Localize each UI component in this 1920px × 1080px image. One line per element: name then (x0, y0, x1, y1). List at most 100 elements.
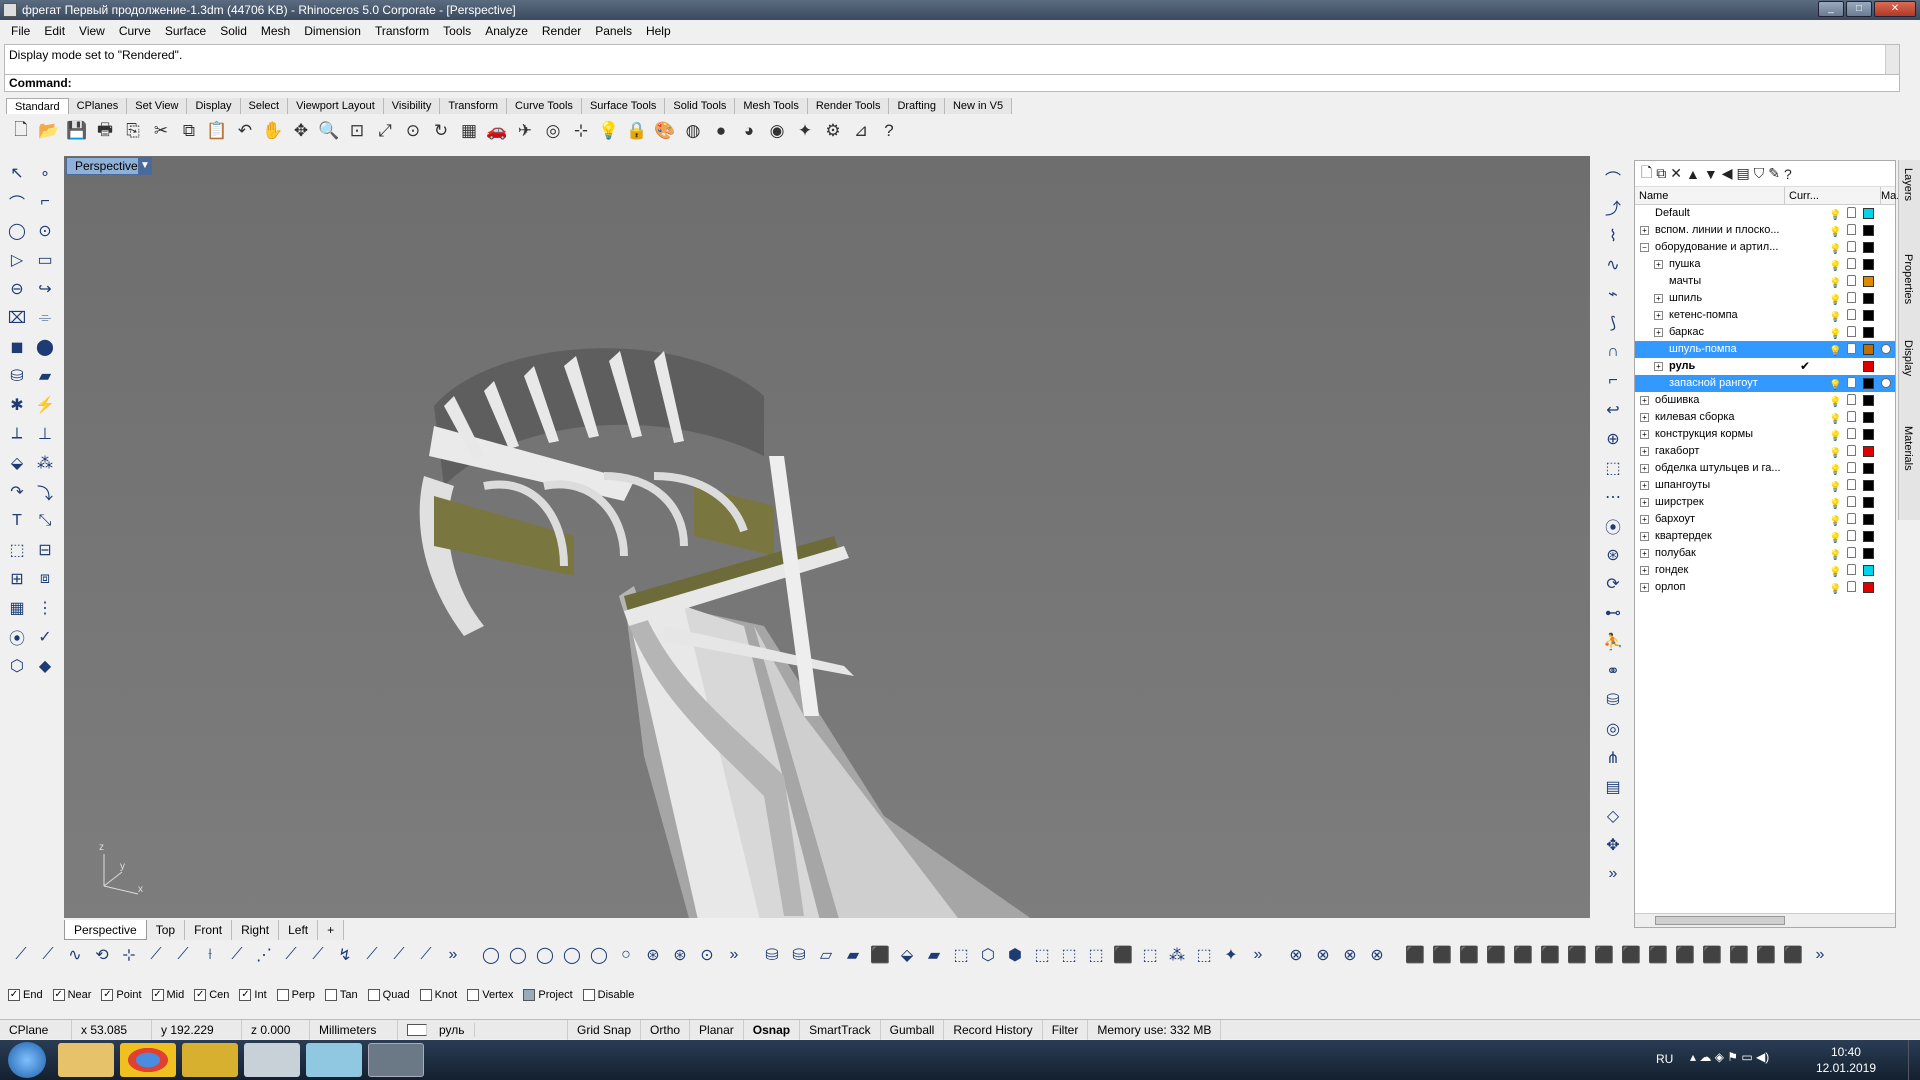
bottom-tool-icon-37[interactable]: ⬚ (1029, 942, 1055, 968)
ellipse-tool-icon[interactable]: ⊖ (3, 276, 31, 302)
planar-toggle[interactable]: Planar (690, 1019, 744, 1040)
bottom-tool-icon-15[interactable]: ⟋ (413, 942, 439, 968)
layer-row[interactable]: + квартердек 💡 (1635, 528, 1895, 545)
osnap-vertex[interactable]: Vertex (467, 989, 513, 1002)
command-line[interactable]: Command: (4, 74, 1900, 92)
layer-row[interactable]: + пушка 💡 (1635, 256, 1895, 273)
smarttrack-toggle[interactable]: SmartTrack (800, 1019, 881, 1040)
osnap-checkbox[interactable] (523, 989, 536, 1002)
split-tool-icon[interactable]: ⟂ (3, 421, 31, 447)
array-tool-icon[interactable]: ⊞ (3, 566, 31, 592)
lock-icon[interactable] (1847, 394, 1856, 405)
toolbar-tab-surface-tools[interactable]: Surface Tools (581, 98, 666, 114)
tools-icon[interactable]: ✎ (1768, 165, 1780, 182)
bottom-tool-icon-2[interactable]: ∿ (62, 942, 88, 968)
circle-tool-icon[interactable]: ◯ (3, 218, 31, 244)
layer-color-swatch[interactable] (1863, 446, 1874, 457)
polyline-tool-icon[interactable]: ⌒ (3, 189, 31, 215)
layer-color-swatch[interactable] (1863, 582, 1874, 593)
target-icon[interactable]: ◎ (540, 118, 566, 144)
side-tab-properties[interactable]: Properties (1902, 254, 1914, 304)
lock-icon[interactable]: 🔒 (624, 118, 650, 144)
bottom-tool-icon-40[interactable]: ⬛ (1110, 942, 1136, 968)
lock-icon[interactable] (1847, 547, 1856, 558)
bottom-tool-icon-34[interactable]: ⬚ (948, 942, 974, 968)
layer-row[interactable]: + ширстрек 💡 (1635, 494, 1895, 511)
help-icon[interactable]: ? (876, 118, 902, 144)
curve-tool-icon-23[interactable]: ✥ (1599, 833, 1627, 857)
menu-surface[interactable]: Surface (158, 24, 213, 38)
new-icon[interactable]: 🗋 (8, 118, 34, 144)
bottom-tool-icon-47[interactable]: ⊗ (1310, 942, 1336, 968)
calculator-taskbar-icon[interactable] (244, 1043, 300, 1077)
view-tab-left[interactable]: Left (279, 920, 319, 940)
bottom-tool-icon-60[interactable]: ⬛ (1672, 942, 1698, 968)
view-tab-top[interactable]: Top (146, 920, 186, 940)
material-icon[interactable] (1881, 378, 1891, 388)
curve-tool-icon-12[interactable]: ⦿ (1599, 514, 1627, 538)
layer-row[interactable]: + шпиль 💡 (1635, 290, 1895, 307)
viewport-title[interactable]: Perspective (66, 157, 147, 175)
surface-tool-icon[interactable]: ⌧ (3, 305, 31, 331)
bottom-tool-icon-13[interactable]: ⟋ (359, 942, 385, 968)
bottom-tool-icon-32[interactable]: ⬙ (894, 942, 920, 968)
menu-curve[interactable]: Curve (112, 24, 158, 38)
menu-mesh[interactable]: Mesh (254, 24, 297, 38)
layer-row[interactable]: шпуль-помпа 💡 (1635, 341, 1895, 358)
side-tab-materials[interactable]: Materials (1902, 426, 1914, 471)
expand-toggle[interactable]: + (1640, 566, 1649, 575)
bottom-tool-icon-39[interactable]: ⬚ (1083, 942, 1109, 968)
layer-color-swatch[interactable] (1863, 361, 1874, 372)
expand-toggle[interactable]: + (1640, 226, 1649, 235)
plane-tool-icon[interactable]: ▰ (31, 363, 59, 389)
curve-tool-icon-22[interactable]: ◇ (1599, 804, 1627, 828)
curve-tool-icon-4[interactable]: ⌁ (1599, 282, 1627, 306)
lock-icon[interactable] (1847, 224, 1856, 235)
curve-tool-icon[interactable]: ⌐ (31, 189, 59, 215)
expand-toggle[interactable]: + (1640, 532, 1649, 541)
expand-toggle[interactable]: + (1640, 481, 1649, 490)
bottom-tool-icon-8[interactable]: ⟋ (224, 942, 250, 968)
osnap-checkbox[interactable] (324, 989, 337, 1002)
osnap-perp[interactable]: Perp (276, 989, 315, 1002)
bottom-tool-icon-19[interactable]: ◯ (532, 942, 558, 968)
open-icon[interactable]: 📂 (36, 118, 62, 144)
bottom-tool-icon-5[interactable]: ⟋ (143, 942, 169, 968)
view-tab-perspective[interactable]: Perspective (64, 920, 147, 940)
layer-color-swatch[interactable] (1863, 548, 1874, 559)
lock-icon[interactable] (1847, 207, 1856, 218)
bottom-tool-icon-64[interactable]: ⬛ (1780, 942, 1806, 968)
toolbar-tab-viewport-layout[interactable]: Viewport Layout (288, 98, 384, 114)
gumball-toggle[interactable]: Gumball (881, 1019, 945, 1040)
rotate-view-icon[interactable]: ↻ (428, 118, 454, 144)
offset-tool-icon[interactable]: ↷ (3, 479, 31, 505)
move-parent-icon[interactable]: ◀ (1722, 165, 1733, 182)
lock-icon[interactable] (1847, 445, 1856, 456)
bottom-tool-icon-63[interactable]: ⬛ (1753, 942, 1779, 968)
move-view-icon[interactable]: ✥ (288, 118, 314, 144)
menu-render[interactable]: Render (535, 24, 588, 38)
bottom-tool-icon-51[interactable]: ⬛ (1429, 942, 1455, 968)
osnap-checkbox[interactable] (467, 989, 480, 1002)
material-icon[interactable] (1881, 344, 1891, 354)
cplane-label[interactable]: CPlane (0, 1019, 72, 1040)
layer-color-swatch[interactable] (1863, 225, 1874, 236)
light-icon[interactable]: 💡 (596, 118, 622, 144)
new-sublayer-icon[interactable]: ⧉ (1656, 165, 1666, 182)
curve-tool-icon-13[interactable]: ⊛ (1599, 543, 1627, 567)
curve-tool-icon-7[interactable]: ⌐ (1599, 369, 1627, 393)
sphere-tool-icon[interactable]: ⬤ (31, 334, 59, 360)
bottom-tool-icon-42[interactable]: ⁂ (1164, 942, 1190, 968)
layer-color-swatch[interactable] (1863, 480, 1874, 491)
bottom-tool-icon-30[interactable]: ▰ (840, 942, 866, 968)
osnap-quad[interactable]: Quad (367, 989, 410, 1002)
col-name[interactable]: Name (1635, 187, 1785, 204)
app-taskbar-icon[interactable] (182, 1043, 238, 1077)
curve-tool-icon-24[interactable]: » (1599, 862, 1627, 886)
menu-transform[interactable]: Transform (368, 24, 436, 38)
zoom-selected-icon[interactable]: ⊙ (400, 118, 426, 144)
bottom-tool-icon-49[interactable]: ⊗ (1364, 942, 1390, 968)
zoom-icon[interactable]: 🔍 (316, 118, 342, 144)
layer-row[interactable]: Default 💡 (1635, 205, 1895, 222)
expand-toggle[interactable]: − (1640, 243, 1649, 252)
